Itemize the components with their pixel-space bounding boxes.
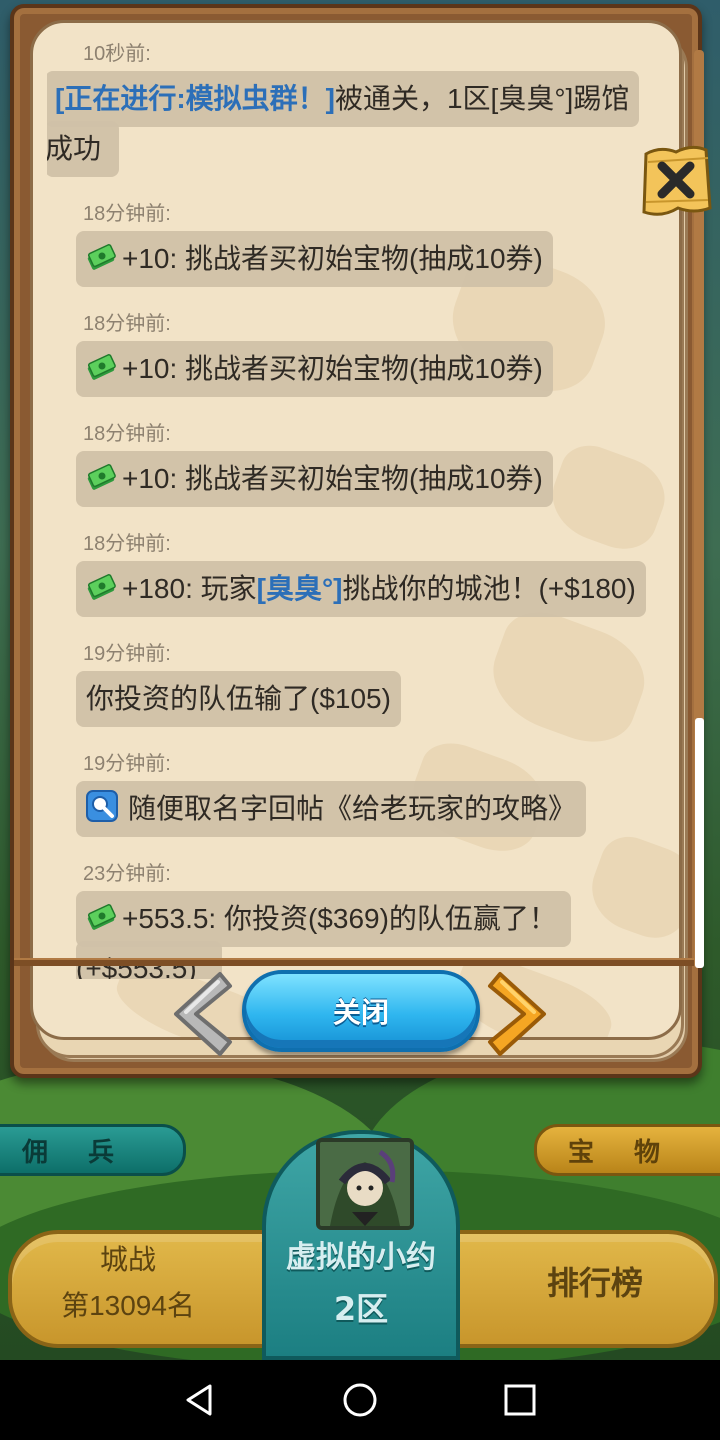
- event-link[interactable]: [正在进行:模拟虫群！]: [55, 83, 335, 114]
- player-name: 虚拟的小约: [286, 1240, 436, 1275]
- search-icon: [86, 785, 118, 822]
- money-icon: [86, 354, 116, 380]
- entry-text: +10: 挑战者买初始宝物(抽成10券): [122, 463, 543, 494]
- leaderboard-button[interactable]: 排行榜: [500, 1258, 690, 1304]
- tab-treasures[interactable]: 宝物: [534, 1124, 720, 1176]
- entry-time: 18分钟前:: [83, 313, 171, 335]
- recents-square-icon[interactable]: [500, 1380, 540, 1420]
- money-icon: [86, 574, 116, 600]
- entry-text: +180: 玩家: [122, 573, 257, 604]
- entry-time: 10秒前:: [83, 43, 151, 65]
- entry-text: +10: 挑战者买初始宝物(抽成10券): [122, 353, 543, 384]
- player-link[interactable]: [臭臭°]: [257, 573, 343, 604]
- entry-time: 18分钟前:: [83, 533, 171, 555]
- list-item: +10: 挑战者买初始宝物(抽成10券): [76, 231, 553, 287]
- entry-time: 18分钟前:: [83, 203, 171, 225]
- city-war-rank[interactable]: 第13094名: [40, 1284, 216, 1324]
- entry-text: +10: 挑战者买初始宝物(抽成10券): [122, 243, 543, 274]
- entry-time: 23分钟前:: [83, 863, 171, 885]
- back-triangle-icon[interactable]: [180, 1380, 220, 1420]
- money-icon: [86, 244, 116, 270]
- entry-text: +553.5: 你投资($369)的队伍赢了！: [122, 903, 557, 934]
- tab-mercenaries[interactable]: 佣兵: [0, 1124, 186, 1176]
- entry-time: 19分钟前:: [83, 643, 171, 665]
- entry-text: 随便取名字回帖《给老玩家的攻略》: [128, 793, 577, 824]
- list-item: [正在进行:模拟虫群！]被通关，1区[臭臭°]踢馆: [47, 71, 640, 127]
- message-log-panel: 10秒前: [正在进行:模拟虫群！]被通关，1区[臭臭°]踢馆 成功 18分钟前…: [30, 20, 682, 1040]
- entry-time: 18分钟前:: [83, 423, 171, 445]
- list-item: +180: 玩家[臭臭°]挑战你的城池！(+$180): [76, 561, 646, 617]
- list-item-continued: 成功: [47, 121, 119, 177]
- entry-text: 成功: [47, 133, 102, 164]
- close-button-label: 关闭: [332, 996, 389, 1029]
- money-icon: [86, 904, 116, 930]
- log-scrollbar-thumb[interactable]: [695, 718, 704, 968]
- entry-text: 挑战你的城池！(+$180): [342, 573, 636, 604]
- dialog-divider: [14, 958, 694, 966]
- entry-text: 被通关，1区[臭臭°]踢馆: [334, 83, 630, 114]
- chevron-right-icon[interactable]: [484, 966, 558, 1062]
- message-log-list[interactable]: 10秒前: [正在进行:模拟虫群！]被通关，1区[臭臭°]踢馆 成功 18分钟前…: [47, 35, 679, 979]
- home-circle-icon[interactable]: [340, 1380, 380, 1420]
- entry-time: 19分钟前:: [83, 753, 171, 775]
- list-item: 你投资的队伍输了($105): [76, 671, 401, 727]
- list-item: +10: 挑战者买初始宝物(抽成10券): [76, 451, 553, 507]
- list-item: +553.5: 你投资($369)的队伍赢了！: [76, 891, 571, 947]
- chevron-left-icon[interactable]: [162, 966, 236, 1062]
- close-x-icon[interactable]: [640, 142, 712, 228]
- money-icon: [86, 464, 116, 490]
- list-item[interactable]: 随便取名字回帖《给老玩家的攻略》: [76, 781, 587, 837]
- avatar[interactable]: [316, 1138, 414, 1230]
- tab-mercenaries-label: 佣兵: [21, 1137, 154, 1168]
- entry-text: 你投资的队伍输了($105): [86, 683, 391, 714]
- player-zone: 2区: [333, 1290, 389, 1328]
- city-war-title[interactable]: 城战: [60, 1238, 196, 1278]
- list-item: +10: 挑战者买初始宝物(抽成10券): [76, 341, 553, 397]
- close-button[interactable]: 关闭: [242, 970, 480, 1052]
- tab-treasures-label: 宝物: [567, 1137, 700, 1168]
